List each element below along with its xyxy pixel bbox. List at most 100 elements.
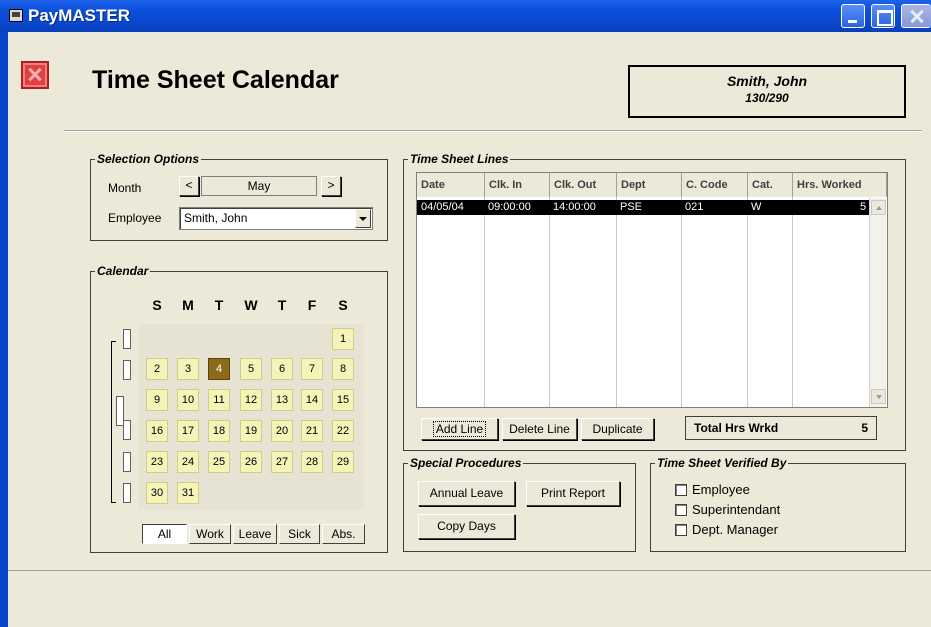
column-divider xyxy=(616,197,617,407)
weekday-label: M xyxy=(182,297,194,313)
annual-leave-button[interactable]: Annual Leave xyxy=(418,481,515,506)
calendar-day-10[interactable]: 10 xyxy=(177,389,199,411)
minimize-icon[interactable] xyxy=(841,4,865,28)
employee-select[interactable]: Smith, John xyxy=(179,207,373,230)
column-divider xyxy=(484,197,485,407)
calendar-day-22[interactable]: 22 xyxy=(332,420,354,442)
prev-month-button[interactable]: < xyxy=(179,176,199,196)
calendar-day-28[interactable]: 28 xyxy=(301,451,323,473)
calendar-day-16[interactable]: 16 xyxy=(146,420,168,442)
filter-tab-work[interactable]: Work xyxy=(189,524,231,544)
calendar-day-11[interactable]: 11 xyxy=(208,389,230,411)
calendar-day-9[interactable]: 9 xyxy=(146,389,168,411)
weekday-label: T xyxy=(214,297,224,313)
timesheet-table[interactable]: Date Clk. In Clk. Out Dept C. Code Cat. … xyxy=(416,172,888,408)
week-select-handle-6[interactable] xyxy=(123,483,131,503)
cell-cat: W xyxy=(751,201,762,213)
verified-by-title: Time Sheet Verified By xyxy=(655,456,789,470)
calendar-day-31[interactable]: 31 xyxy=(177,482,199,504)
copy-days-button[interactable]: Copy Days xyxy=(418,514,515,539)
weekday-label: T xyxy=(277,297,287,313)
weekday-label: S xyxy=(152,297,162,313)
close-window-icon[interactable] xyxy=(901,4,931,28)
timesheet-lines-title: Time Sheet Lines xyxy=(408,152,511,166)
calendar-title: Calendar xyxy=(95,264,151,278)
column-divider xyxy=(747,197,748,407)
col-cat[interactable]: Cat. xyxy=(748,173,793,197)
next-month-button[interactable]: > xyxy=(321,176,341,196)
calendar-day-20[interactable]: 20 xyxy=(271,420,293,442)
week-select-handle-2[interactable] xyxy=(123,360,131,380)
calendar-day-15[interactable]: 15 xyxy=(332,389,354,411)
calendar-day-21[interactable]: 21 xyxy=(301,420,323,442)
col-clk-out[interactable]: Clk. Out xyxy=(550,173,617,197)
filter-tab-all[interactable]: All xyxy=(142,524,187,544)
add-line-button[interactable]: Add Line xyxy=(421,418,498,440)
total-hours-label: Total Hrs Wrkd xyxy=(694,421,779,435)
maximize-icon[interactable] xyxy=(871,4,895,28)
superintendant-verified-checkbox[interactable] xyxy=(675,504,687,516)
table-header: Date Clk. In Clk. Out Dept C. Code Cat. … xyxy=(417,173,887,197)
col-date[interactable]: Date xyxy=(417,173,485,197)
calendar-day-30[interactable]: 30 xyxy=(146,482,168,504)
employee-code: 130/290 xyxy=(745,91,789,105)
calendar-day-7[interactable]: 7 xyxy=(301,358,323,380)
filter-tab-sick[interactable]: Sick xyxy=(279,524,320,544)
calendar-day-6[interactable]: 6 xyxy=(271,358,293,380)
delete-line-button[interactable]: Delete Line xyxy=(502,418,577,440)
add-line-label: Add Line xyxy=(432,421,487,437)
cell-dept: PSE xyxy=(620,201,643,213)
col-hrs-worked[interactable]: Hrs. Worked xyxy=(793,173,887,197)
calendar-day-19[interactable]: 19 xyxy=(240,420,262,442)
calendar-day-5[interactable]: 5 xyxy=(240,358,262,380)
col-c-code[interactable]: C. Code xyxy=(682,173,748,197)
employee-select-value: Smith, John xyxy=(184,211,248,225)
week-select-handle-5[interactable] xyxy=(123,452,131,472)
duplicate-button[interactable]: Duplicate xyxy=(581,418,654,440)
filter-tab-leave[interactable]: Leave xyxy=(233,524,277,544)
col-clk-in[interactable]: Clk. In xyxy=(485,173,550,197)
calendar-grid xyxy=(139,324,364,510)
calendar-day-23[interactable]: 23 xyxy=(146,451,168,473)
calendar-day-1[interactable]: 1 xyxy=(332,328,354,350)
calendar-day-2[interactable]: 2 xyxy=(146,358,168,380)
column-divider xyxy=(792,197,793,407)
employee-label: Employee xyxy=(108,211,162,225)
filter-tab-absent[interactable]: Abs. xyxy=(322,524,365,544)
week-select-handle-4[interactable] xyxy=(123,420,131,440)
weekday-label: F xyxy=(307,297,317,313)
table-scrollbar[interactable] xyxy=(869,198,886,407)
calendar-day-24[interactable]: 24 xyxy=(177,451,199,473)
chevron-down-icon[interactable] xyxy=(355,209,371,228)
calendar-day-25[interactable]: 25 xyxy=(208,451,230,473)
calendar-day-26[interactable]: 26 xyxy=(240,451,262,473)
calendar-day-27[interactable]: 27 xyxy=(271,451,293,473)
scroll-down-icon[interactable] xyxy=(871,389,886,404)
total-hours-value: 5 xyxy=(861,421,868,435)
calendar-day-18[interactable]: 18 xyxy=(208,420,230,442)
calendar-day-12[interactable]: 12 xyxy=(240,389,262,411)
calendar-day-13[interactable]: 13 xyxy=(271,389,293,411)
title-bar[interactable]: PayMASTER xyxy=(0,0,931,32)
weekday-label: S xyxy=(338,297,348,313)
column-divider xyxy=(549,197,550,407)
print-report-button[interactable]: Print Report xyxy=(526,481,620,506)
table-row[interactable] xyxy=(417,200,869,215)
page-title: Time Sheet Calendar xyxy=(92,66,339,94)
chevron-right-icon: > xyxy=(327,178,335,192)
cell-clk-in: 09:00:00 xyxy=(488,201,531,213)
employee-verified-checkbox[interactable] xyxy=(675,484,687,496)
calendar-day-8[interactable]: 8 xyxy=(332,358,354,380)
calendar-day-14[interactable]: 14 xyxy=(301,389,323,411)
calendar-day-29[interactable]: 29 xyxy=(332,451,354,473)
total-hours-box: Total Hrs Wrkd 5 xyxy=(685,416,877,440)
calendar-day-3[interactable]: 3 xyxy=(177,358,199,380)
calendar-day-4[interactable]: 4 xyxy=(208,358,230,380)
calendar-day-17[interactable]: 17 xyxy=(177,420,199,442)
scroll-up-icon[interactable] xyxy=(871,200,886,215)
exit-form-button[interactable] xyxy=(21,61,49,89)
col-dept[interactable]: Dept xyxy=(617,173,682,197)
week-select-handle-1[interactable] xyxy=(123,329,131,349)
dept-manager-verified-checkbox[interactable] xyxy=(675,524,687,536)
superintendant-verified-label: Superintendant xyxy=(692,502,781,517)
